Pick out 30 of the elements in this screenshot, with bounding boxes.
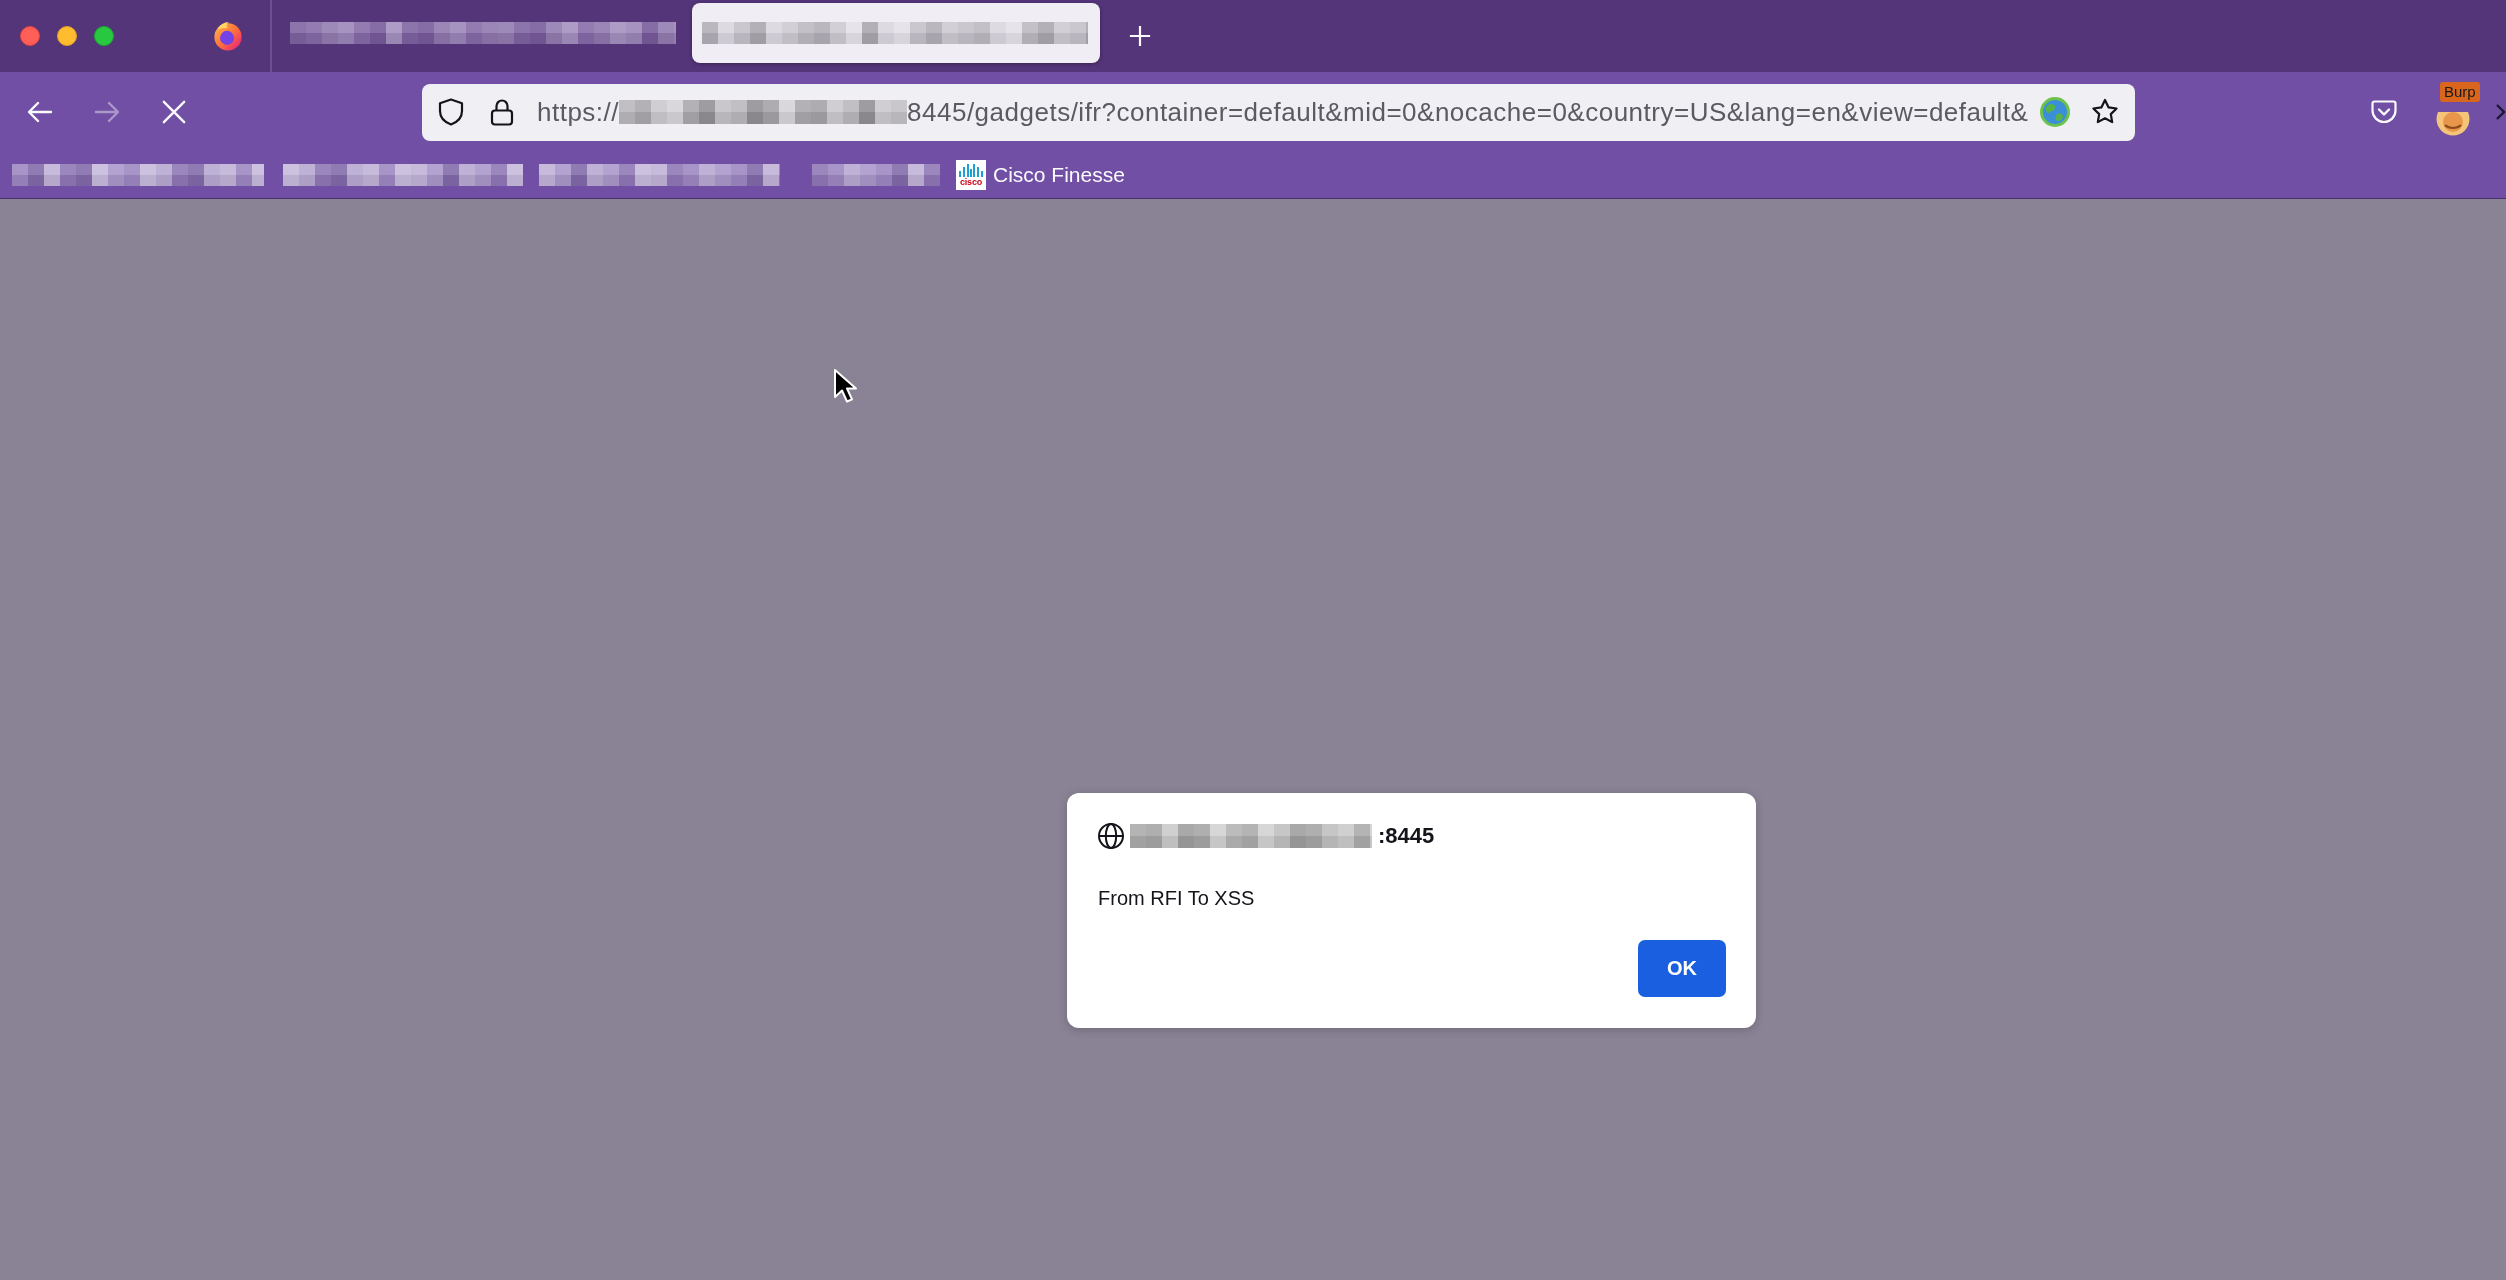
mouse-pointer-icon bbox=[833, 368, 857, 404]
lock-icon[interactable] bbox=[490, 98, 514, 126]
alert-message: From RFI To XSS bbox=[1098, 886, 1256, 910]
url-text: 8445/gadgets/ifr?container=default&mid=0&nocache=0&country=US&lang=en&view=default& bbox=[907, 97, 2029, 127]
overflow-chevron-icon[interactable] bbox=[2496, 102, 2506, 122]
earth-icon[interactable] bbox=[2040, 97, 2070, 127]
bookmark-link[interactable]: cisco Cisco Finesse bbox=[956, 160, 1125, 190]
shield-icon[interactable] bbox=[438, 98, 464, 126]
address-field[interactable]: https:// 8445/gadgets/ifr?container=default&mid=0&nocache=0&country=US&lang=en&view=default& bbox=[422, 83, 2135, 141]
pixelated-bookmark[interactable] bbox=[812, 164, 940, 186]
origin-port: :8445 bbox=[1378, 823, 1435, 849]
close-icon[interactable] bbox=[20, 26, 40, 46]
browser-tab[interactable] bbox=[692, 3, 1100, 63]
pixelated-bookmark[interactable] bbox=[283, 164, 523, 186]
url-text: https:// bbox=[537, 97, 620, 127]
extension-badge: Burp bbox=[2440, 82, 2480, 102]
x-icon bbox=[162, 100, 186, 124]
globe-icon bbox=[1098, 823, 1124, 849]
plus-icon bbox=[1129, 25, 1151, 47]
extension-icon[interactable] bbox=[2436, 112, 2470, 136]
pixelated-bookmark[interactable] bbox=[539, 164, 780, 186]
favicon-label: cisco bbox=[960, 176, 982, 187]
app-logo-icon[interactable] bbox=[213, 21, 243, 51]
minimize-icon[interactable] bbox=[57, 26, 77, 46]
maximize-icon[interactable] bbox=[94, 26, 114, 46]
ok-button[interactable]: OK bbox=[1638, 940, 1726, 997]
star-icon[interactable] bbox=[2091, 98, 2119, 126]
bars-icon bbox=[958, 163, 984, 177]
pixelated-bookmark[interactable] bbox=[12, 164, 264, 186]
chevron-shield-icon bbox=[2371, 99, 2397, 125]
